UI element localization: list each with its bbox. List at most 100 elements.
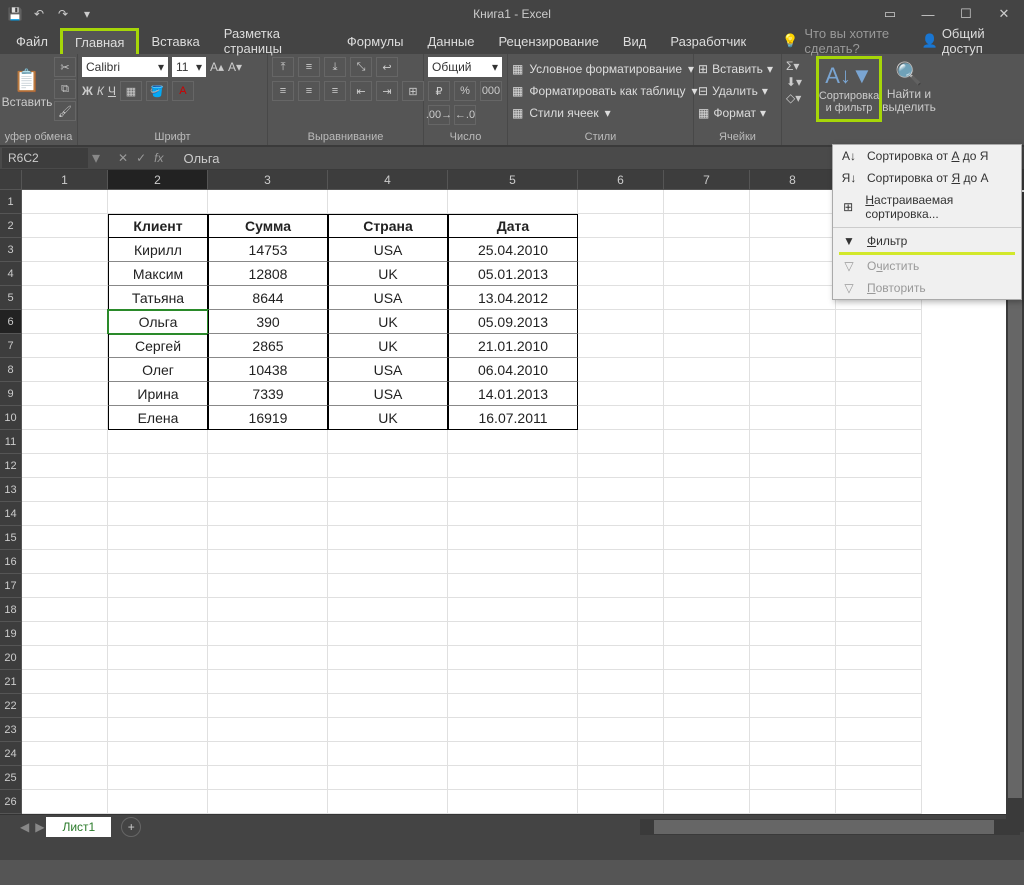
cell[interactable] [108,454,208,478]
cell[interactable] [22,334,108,358]
cell[interactable] [836,718,922,742]
cell[interactable] [448,670,578,694]
cell[interactable] [836,646,922,670]
cell[interactable] [664,502,750,526]
qat-more-icon[interactable]: ▾ [78,5,96,23]
cell[interactable] [750,358,836,382]
cell[interactable] [578,478,664,502]
enter-formula-icon[interactable]: ✓ [136,151,146,165]
cell[interactable] [578,310,664,334]
custom-sort-item[interactable]: ⊞Настраиваемая сортировка... [833,189,1021,225]
redo-icon[interactable]: ↷ [54,5,72,23]
cell[interactable] [750,214,836,238]
cell[interactable] [208,670,328,694]
cell[interactable] [750,526,836,550]
cell[interactable]: 13.04.2012 [448,286,578,310]
undo-icon[interactable]: ↶ [30,5,48,23]
cell[interactable] [448,790,578,814]
cell[interactable] [836,334,922,358]
cell[interactable] [328,790,448,814]
cell[interactable] [22,526,108,550]
cell[interactable] [750,622,836,646]
cell[interactable] [578,622,664,646]
cell[interactable] [208,598,328,622]
row-header[interactable]: 24 [0,742,22,766]
cell[interactable] [22,262,108,286]
wrap-text-icon[interactable]: ↩ [376,57,398,77]
cell[interactable] [750,694,836,718]
cell[interactable] [22,358,108,382]
cell[interactable] [108,526,208,550]
sheet-prev-icon[interactable]: ◀ [20,820,29,834]
col-header[interactable]: 8 [750,170,836,190]
row-header[interactable]: 14 [0,502,22,526]
cell[interactable] [448,598,578,622]
cell[interactable] [750,334,836,358]
cell[interactable] [448,550,578,574]
italic-icon[interactable]: К [97,84,104,98]
cell[interactable] [578,718,664,742]
cell[interactable] [664,406,750,430]
col-header[interactable]: 3 [208,170,328,190]
cell[interactable] [22,190,108,214]
cell[interactable]: 21.01.2010 [448,334,578,358]
cell[interactable] [328,574,448,598]
cell[interactable] [328,430,448,454]
font-color-icon[interactable]: A [172,81,194,101]
cell[interactable] [208,550,328,574]
row-header[interactable]: 9 [0,382,22,406]
cell[interactable] [750,718,836,742]
cell[interactable] [664,790,750,814]
cell[interactable] [750,262,836,286]
cell[interactable] [664,382,750,406]
fx-icon[interactable]: fx [154,151,163,165]
cell[interactable]: Сумма [208,214,328,238]
cell[interactable] [750,286,836,310]
align-top-icon[interactable]: ⤒ [272,57,294,77]
cell[interactable]: 16.07.2011 [448,406,578,430]
row-header[interactable]: 10 [0,406,22,430]
cell[interactable] [750,478,836,502]
percent-icon[interactable]: % [454,81,476,101]
cell[interactable] [664,238,750,262]
cell[interactable] [328,670,448,694]
col-header[interactable]: 7 [664,170,750,190]
cell[interactable] [750,550,836,574]
cell[interactable] [836,502,922,526]
cell[interactable] [208,694,328,718]
cell[interactable] [448,478,578,502]
cell[interactable] [578,214,664,238]
row-header[interactable]: 3 [0,238,22,262]
cell[interactable] [578,694,664,718]
cell[interactable] [22,694,108,718]
row-header[interactable]: 20 [0,646,22,670]
cell[interactable] [108,790,208,814]
font-size-select[interactable]: 11▾ [172,57,206,77]
cell[interactable] [22,646,108,670]
cell[interactable] [578,646,664,670]
row-header[interactable]: 17 [0,574,22,598]
orientation-icon[interactable]: ⤡ [350,57,372,77]
cell[interactable] [836,310,922,334]
sort-filter-button[interactable]: A↓▼ Сортировка и фильтр [816,56,882,122]
cut-icon[interactable]: ✂ [54,57,76,77]
cell[interactable] [448,766,578,790]
cell-styles-button[interactable]: ▦Стили ячеек▾ [512,103,611,123]
add-sheet-button[interactable]: + [121,817,141,837]
cell[interactable]: 8644 [208,286,328,310]
cell[interactable] [578,670,664,694]
cell[interactable] [836,742,922,766]
cell[interactable] [448,742,578,766]
cell[interactable] [750,646,836,670]
cell[interactable] [578,382,664,406]
cell[interactable] [22,622,108,646]
cell[interactable] [664,766,750,790]
conditional-formatting-button[interactable]: ▦Условное форматирование▾ [512,59,694,79]
cell[interactable] [664,598,750,622]
align-left-icon[interactable]: ≡ [272,81,294,101]
cell[interactable] [108,190,208,214]
cell[interactable] [664,646,750,670]
cell[interactable] [664,742,750,766]
cell[interactable] [578,742,664,766]
cell[interactable]: Клиент [108,214,208,238]
